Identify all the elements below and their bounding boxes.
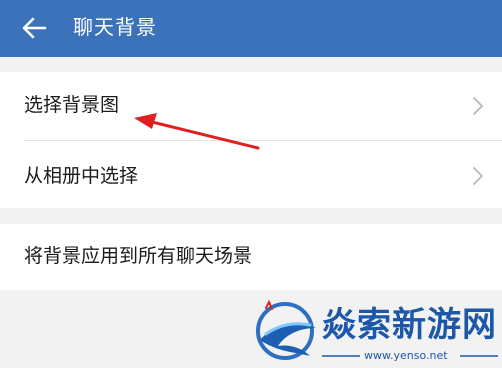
chevron-right-icon	[473, 167, 483, 185]
watermark-url: www.yenso.net	[364, 349, 448, 362]
back-button[interactable]	[14, 10, 54, 46]
page-title: 聊天背景	[73, 15, 157, 39]
select-background-image-label: 选择背景图	[24, 94, 120, 116]
choose-from-album-label: 从相册中选择	[24, 165, 139, 187]
select-background-image-item[interactable]: 选择背景图	[0, 72, 502, 141]
settings-group-primary: 选择背景图 从相册中选择	[0, 72, 502, 208]
settings-group-apply: 将背景应用到所有聊天场景	[0, 224, 502, 290]
apply-background-to-all-chats-label: 将背景应用到所有聊天场景	[24, 245, 253, 267]
watermark-name: 焱索新游网	[322, 305, 497, 345]
site-watermark: 焱索新游网 www.yenso.net	[250, 294, 500, 366]
title-bar: 聊天背景	[0, 0, 502, 57]
choose-from-album-item[interactable]: 从相册中选择	[0, 141, 502, 209]
apply-background-to-all-chats-item[interactable]: 将背景应用到所有聊天场景	[0, 224, 502, 290]
blue-swirl-logo-icon	[256, 299, 316, 360]
chevron-right-icon	[473, 97, 483, 115]
chat-background-settings-screen: 聊天背景 选择背景图 从相册中选择 将背景应用到所有聊天场景 焱索新游网 www…	[0, 0, 502, 368]
arrow-left-icon	[22, 17, 47, 39]
